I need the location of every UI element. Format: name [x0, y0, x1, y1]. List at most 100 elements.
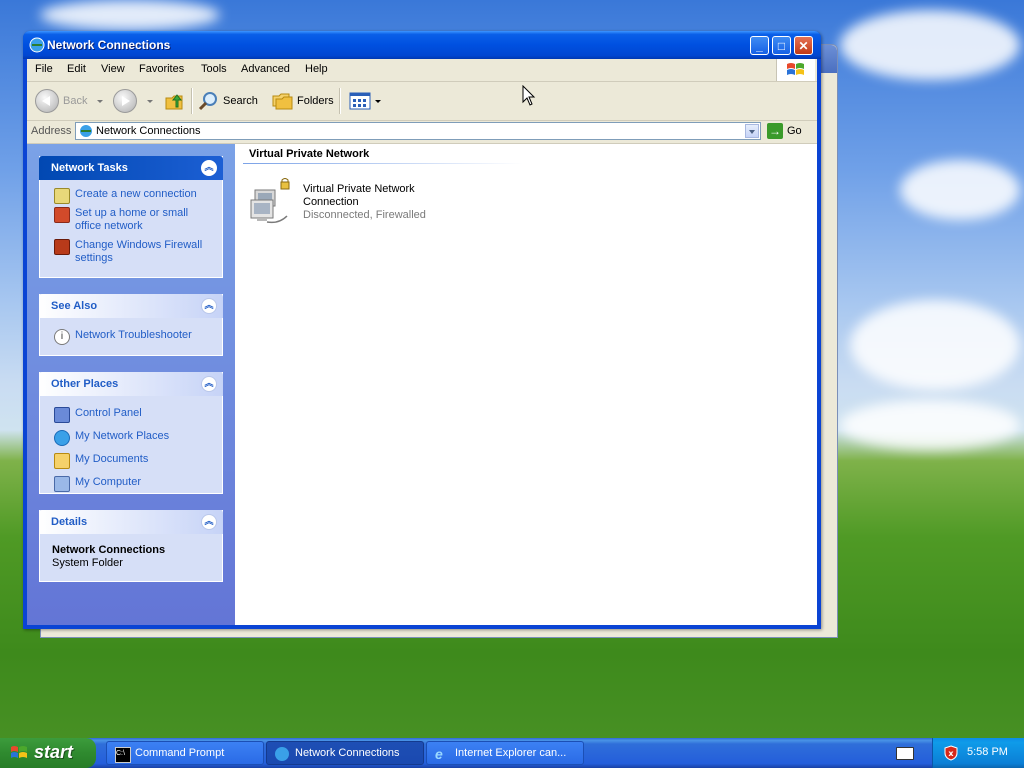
collapse-chevron-icon[interactable]: ︽ [201, 376, 217, 392]
forward-button[interactable] [113, 82, 153, 120]
control-panel-label: Control Panel [75, 407, 142, 419]
home-network-label: Set up a home or small office network [75, 207, 189, 232]
collapse-chevron-icon[interactable]: ︽ [201, 298, 217, 314]
address-bar: Address Network Connections → Go [27, 121, 817, 144]
my-documents-link[interactable]: My Documents [40, 450, 222, 473]
window-body: File Edit View Favorites Tools Advanced … [27, 59, 817, 625]
keyboard-icon[interactable] [896, 747, 914, 760]
svg-text:x: x [948, 749, 954, 758]
home-network-icon [54, 207, 70, 223]
desktop-cloud [900, 160, 1020, 220]
my-network-places-link[interactable]: My Network Places [40, 427, 222, 450]
maximize-button[interactable]: □ [772, 36, 791, 55]
windows-flag-icon [11, 746, 27, 758]
my-computer-link[interactable]: My Computer [40, 473, 222, 492]
go-label: Go [787, 125, 802, 137]
back-label: Back [63, 95, 88, 107]
my-documents-icon [54, 453, 70, 469]
go-arrow-icon: → [767, 123, 783, 139]
other-places-header[interactable]: Other Places ︽ [39, 372, 223, 396]
window-title: Network Connections [47, 38, 171, 52]
details-header[interactable]: Details ︽ [39, 510, 223, 534]
windows-flag-icon [787, 63, 804, 75]
details-name: Network Connections [52, 544, 166, 556]
group-header: Virtual Private Network [249, 148, 370, 160]
see-also-title: See Also [51, 300, 98, 312]
views-dropdown-icon [375, 99, 381, 103]
create-new-connection-link[interactable]: Create a new connection [40, 185, 222, 204]
home-network-link[interactable]: Set up a home or small office network [40, 204, 222, 236]
collapse-chevron-icon[interactable]: ︽ [201, 514, 217, 530]
toolbar-separator [191, 88, 193, 114]
network-tasks-header[interactable]: Network Tasks ︽ [39, 156, 223, 180]
menu-file[interactable]: File [35, 63, 53, 75]
desktop-cloud [840, 400, 1020, 450]
search-button[interactable]: Search [197, 82, 258, 120]
search-icon [198, 92, 217, 111]
task-internet-explorer[interactable]: e Internet Explorer can... [426, 741, 584, 765]
create-new-connection-label: Create a new connection [75, 188, 197, 200]
address-label: Address [31, 125, 72, 137]
address-dropdown-button[interactable] [745, 124, 759, 138]
system-tray: x 5:58 PM [932, 738, 1024, 768]
minimize-button[interactable]: _ [750, 36, 769, 55]
views-icon [349, 92, 371, 110]
collapse-chevron-icon[interactable]: ︽ [201, 160, 217, 176]
see-also-header[interactable]: See Also ︽ [39, 294, 223, 318]
address-input[interactable]: Network Connections [75, 122, 761, 140]
close-button[interactable]: ✕ [794, 36, 813, 55]
my-computer-label: My Computer [75, 476, 142, 488]
network-troubleshooter-link[interactable]: i Network Troubleshooter [40, 326, 222, 345]
see-also-panel: See Also ︽ i Network Troubleshooter [39, 294, 223, 356]
folders-button[interactable]: Folders [271, 82, 334, 120]
info-icon: i [54, 329, 70, 345]
task-pane: Network Tasks ︽ Create a new connection … [27, 144, 235, 625]
desktop-cloud [40, 0, 220, 30]
folders-icon [272, 93, 293, 110]
menu-help[interactable]: Help [305, 63, 328, 75]
start-button[interactable]: start [0, 738, 96, 768]
back-arrow-icon [35, 89, 59, 113]
task-network-connections-label: Network Connections [295, 747, 400, 759]
forward-arrow-icon [113, 89, 137, 113]
firewall-settings-link[interactable]: Change Windows Firewall settings [40, 236, 222, 268]
other-places-title: Other Places [51, 378, 119, 390]
menu-bar: File Edit View Favorites Tools Advanced … [27, 59, 817, 82]
task-network-connections[interactable]: Network Connections [266, 741, 424, 765]
up-folder-button[interactable] [163, 82, 185, 120]
views-button[interactable] [349, 82, 381, 120]
firewall-icon [54, 239, 70, 255]
my-network-places-label: My Network Places [75, 430, 170, 442]
control-panel-icon [54, 407, 70, 423]
back-button[interactable]: Back [35, 82, 104, 120]
internet-explorer-icon: e [435, 746, 443, 762]
menu-tools[interactable]: Tools [201, 63, 227, 75]
control-panel-link[interactable]: Control Panel [40, 404, 222, 427]
go-button[interactable]: → Go [767, 123, 802, 139]
vpn-connection-icon[interactable] [247, 178, 295, 226]
desktop-cloud [840, 10, 1020, 80]
clock[interactable]: 5:58 PM [967, 746, 1008, 758]
mouse-cursor-icon [522, 85, 536, 106]
security-shield-icon[interactable]: x [943, 745, 959, 761]
details-title: Details [51, 516, 88, 528]
taskbar: start C:\ Command Prompt Network Connect… [0, 738, 1024, 768]
menu-favorites[interactable]: Favorites [139, 63, 184, 75]
network-tasks-title: Network Tasks [51, 162, 128, 174]
network-connections-window: Network Connections _ □ ✕ File Edit View… [23, 31, 821, 629]
my-computer-icon [54, 476, 70, 492]
windows-logo [776, 59, 815, 81]
menu-edit[interactable]: Edit [67, 63, 86, 75]
task-command-prompt[interactable]: C:\ Command Prompt [106, 741, 264, 765]
toolbar-separator [339, 88, 341, 114]
desktop-cloud [850, 300, 1020, 390]
menu-advanced[interactable]: Advanced [241, 63, 290, 75]
group-divider [243, 163, 523, 164]
window-titlebar[interactable]: Network Connections _ □ ✕ [23, 31, 821, 59]
details-type: System Folder [52, 557, 123, 569]
file-list-view[interactable]: Virtual Private Network Virtual Private … [235, 144, 817, 625]
network-connections-small-icon [80, 125, 92, 137]
menu-view[interactable]: View [101, 63, 125, 75]
vpn-connection-name[interactable]: Virtual Private Network Connection [303, 183, 443, 209]
back-dropdown-icon [97, 99, 104, 103]
